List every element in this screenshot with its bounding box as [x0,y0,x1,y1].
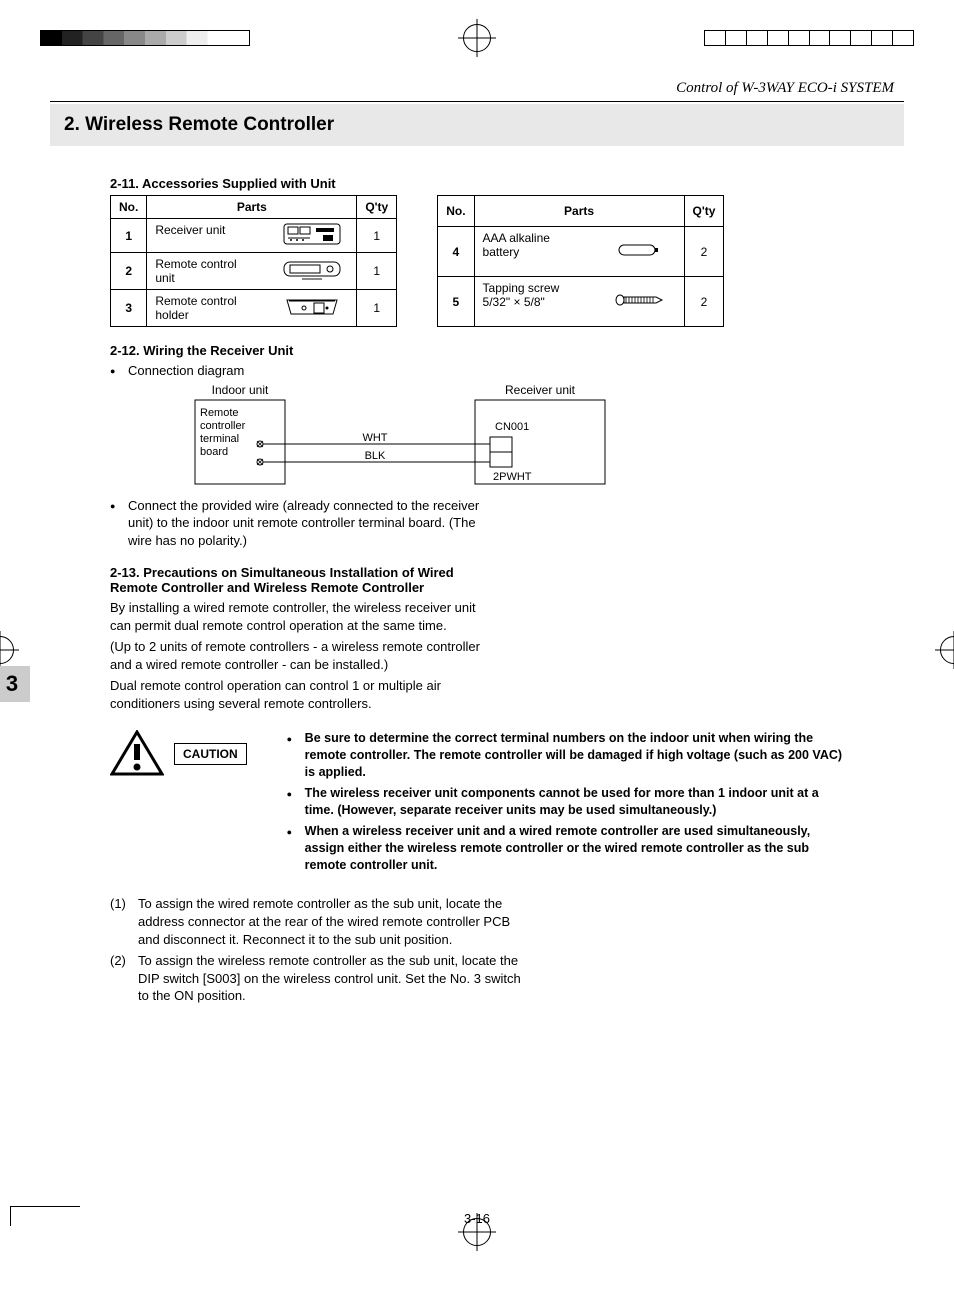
accessories-heading: 2-11. Accessories Supplied with Unit [110,176,844,191]
section-title-bar: 2. Wireless Remote Controller [50,104,904,146]
table-row: 1 Receiver unit 1 [111,219,397,253]
accessories-table-right: No. Parts Q'ty 4 AAA alkaline battery 2 [437,195,724,327]
connection-diagram-label: Connection diagram [110,362,844,380]
col-parts: Parts [147,196,357,219]
svg-text:WHT: WHT [362,432,387,444]
section-title: 2. Wireless Remote Controller [64,114,890,136]
svg-text:controller: controller [200,420,246,432]
caution-icon [110,730,164,778]
svg-text:Receiver unit: Receiver unit [505,383,576,397]
caution-item: The wireless receiver unit components ca… [287,785,844,819]
precautions-para: Dual remote control operation can contro… [110,677,500,712]
svg-text:BLK: BLK [365,450,386,462]
screw-icon [614,293,664,307]
svg-text:terminal: terminal [200,433,239,445]
svg-text:CN001: CN001 [495,421,529,433]
chapter-tab: 3 [0,666,30,702]
svg-text:Indoor unit: Indoor unit [212,383,269,397]
precautions-para: By installing a wired remote controller,… [110,599,500,634]
table-row: 3 Remote control holder 1 [111,290,397,327]
registration-marks [0,30,954,60]
running-header: Control of W-3WAY ECO-i SYSTEM [50,80,904,102]
accessories-table-left: No. Parts Q'ty 1 Receiver unit [110,195,397,327]
remote-holder-icon [282,296,342,318]
table-row: 5 Tapping screw 5/32" × 5/8" 2 [438,277,724,327]
registration-mark-right [940,636,954,664]
col-qty: Q'ty [684,196,724,227]
col-no: No. [438,196,474,227]
receiver-unit-icon [283,223,341,245]
svg-text:Remote: Remote [200,407,239,419]
table-row: 2 Remote control unit 1 [111,253,397,290]
precautions-para: (Up to 2 units of remote controllers - a… [110,638,500,673]
step-item: (2) To assign the wireless remote contro… [110,952,530,1005]
col-no: No. [111,196,147,219]
remote-control-icon [282,259,342,281]
page-number: 3-16 [50,1211,904,1226]
svg-text:2PWHT: 2PWHT [493,471,532,483]
caution-item: Be sure to determine the correct termina… [287,730,844,781]
battery-icon [617,243,661,257]
caution-item: When a wireless receiver unit and a wire… [287,823,844,874]
col-parts: Parts [474,196,684,227]
col-qty: Q'ty [357,196,397,219]
svg-text:board: board [200,446,228,458]
wiring-heading: 2-12. Wiring the Receiver Unit [110,343,844,358]
caution-label: CAUTION [174,743,247,765]
wiring-diagram: Indoor unit Remote controller terminal b… [190,382,620,492]
wiring-instruction: Connect the provided wire (already conne… [110,497,500,550]
precautions-heading: 2-13. Precautions on Simultaneous Instal… [110,565,500,595]
registration-mark-left [0,636,14,664]
table-row: 4 AAA alkaline battery 2 [438,227,724,277]
step-item: (1) To assign the wired remote controlle… [110,895,530,948]
